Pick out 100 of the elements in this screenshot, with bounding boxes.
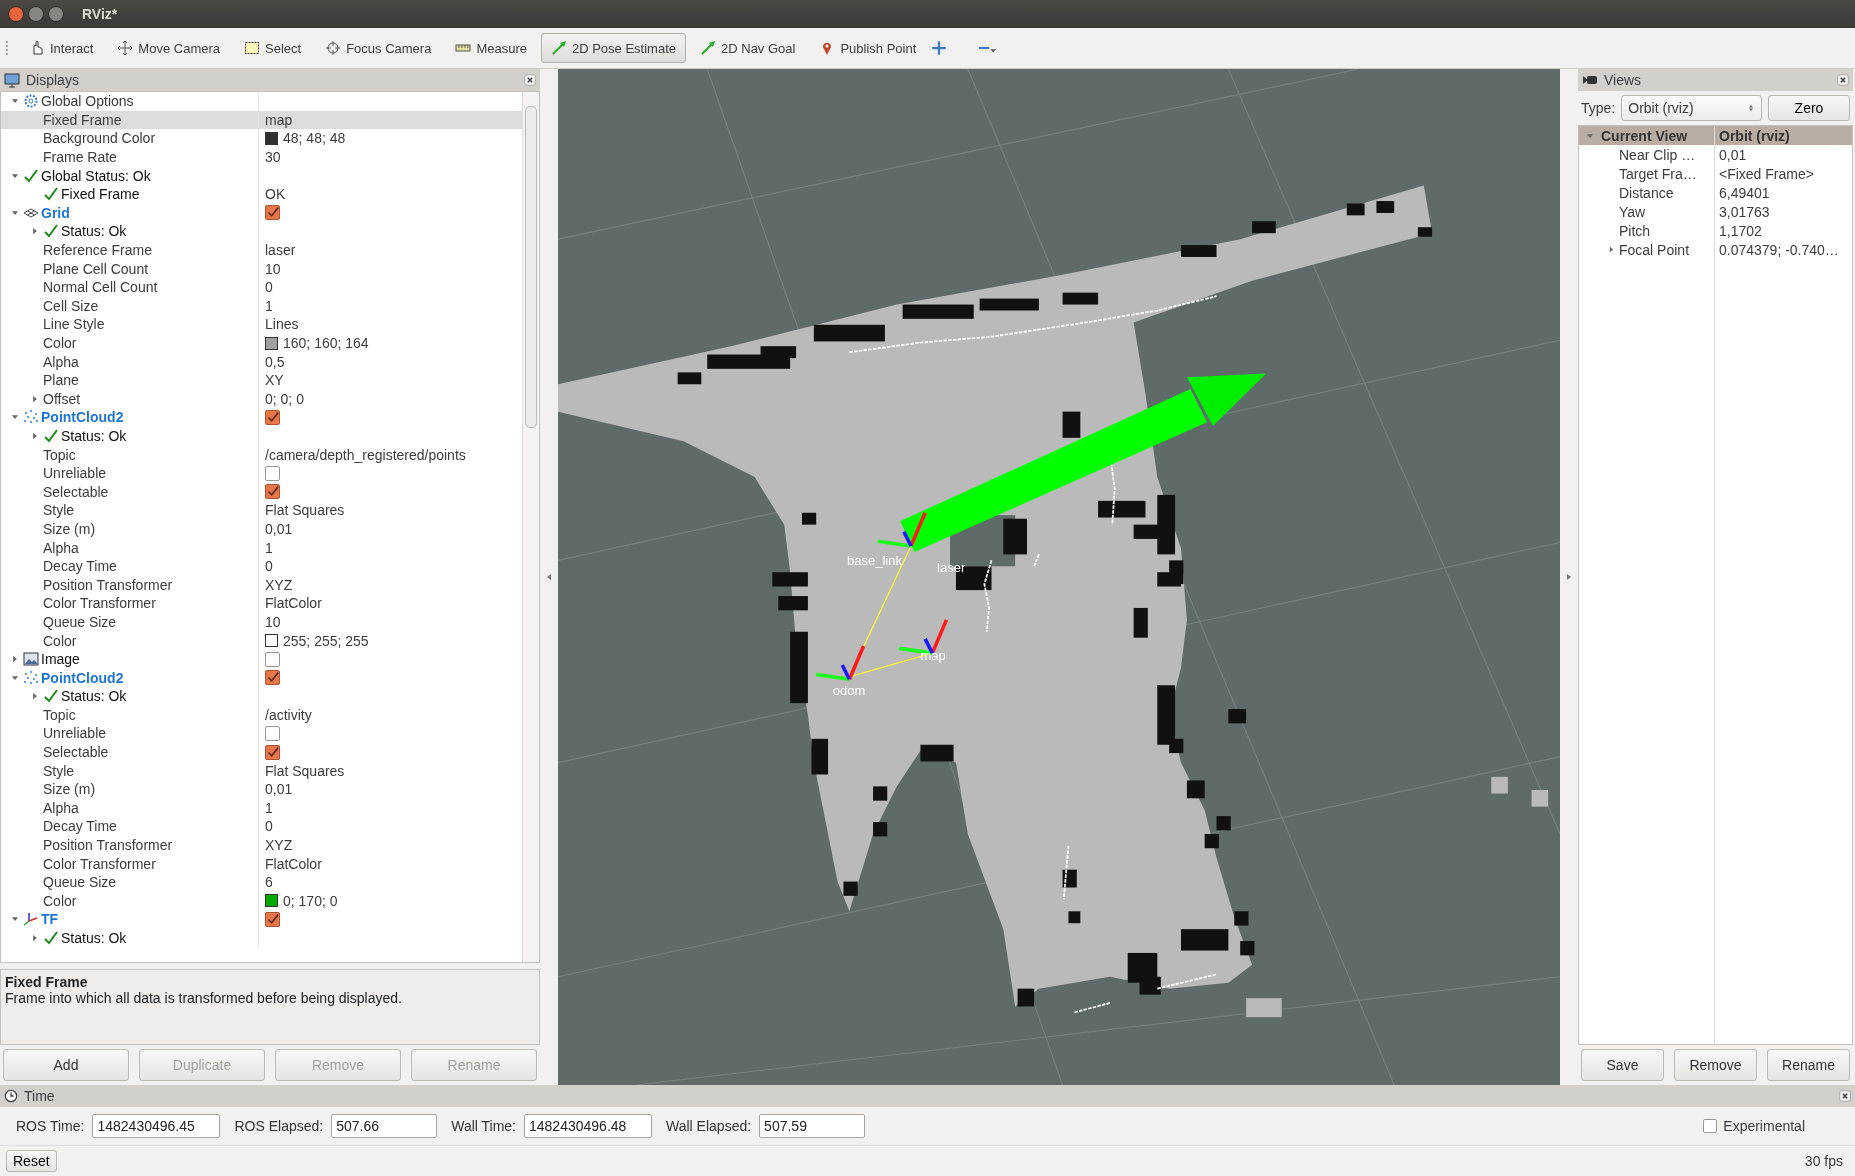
close-icon[interactable] (524, 74, 536, 86)
panel-button[interactable]: Remove (1674, 1049, 1757, 1081)
tree-label: Color (43, 892, 77, 909)
time-field[interactable]: 1482430496.48 (524, 1114, 652, 1138)
tree-row[interactable]: Normal Cell Count 0 (1, 277, 522, 297)
collapse-right-icon[interactable] (1565, 572, 1573, 582)
checkbox[interactable] (265, 911, 280, 927)
panel-button[interactable]: Save (1581, 1049, 1664, 1081)
zero-button[interactable]: Zero (1768, 95, 1850, 121)
tree-row[interactable]: Position Transformer XYZ (1, 575, 522, 595)
reset-button[interactable]: Reset (6, 1150, 57, 1172)
minimize-button[interactable] (28, 6, 44, 22)
description-text: Frame into which all data is transformed before being displayed. (5, 990, 403, 1006)
property-value: 0; 170; 0 (283, 892, 338, 909)
tree-row[interactable]: Style Flat Squares (1, 501, 522, 520)
time-field[interactable]: 507.66 (331, 1114, 438, 1138)
checkbox[interactable] (265, 409, 280, 425)
tree-label: Size (m) (43, 520, 96, 537)
property-value: XYZ (265, 576, 293, 593)
tree-label: Cell Size (43, 297, 99, 314)
tree-row[interactable]: Color 160; 160; 164 (1, 333, 522, 353)
tree-row[interactable]: Unreliable (1, 724, 522, 743)
tool-button[interactable]: Interact (19, 33, 104, 63)
checkbox[interactable] (1703, 1119, 1718, 1133)
tree-row[interactable]: Status: Ok (1, 222, 522, 241)
tree-row[interactable]: Alpha 1 (1, 538, 522, 557)
close-button[interactable] (8, 6, 24, 22)
close-icon[interactable] (1837, 74, 1849, 86)
tree-row[interactable]: Background Color 48; 48; 48 (1, 129, 522, 148)
tree-label: Topic (43, 706, 76, 723)
tree-row[interactable]: Decay Time 0 (1, 556, 522, 576)
tree-row[interactable]: Alpha 1 (1, 798, 522, 818)
tree-row[interactable]: Queue Size 10 (1, 612, 522, 632)
tree-row[interactable]: Selectable (1, 742, 522, 762)
add-icon[interactable] (930, 39, 949, 57)
panel-button[interactable]: Add (3, 1049, 129, 1081)
tree-row[interactable]: Fixed Frame map (1, 110, 522, 130)
tree-label: Global Status: Ok (41, 167, 151, 184)
tree-row[interactable]: Status: Ok (1, 928, 522, 948)
fps-counter: 30 fps (1804, 1153, 1843, 1169)
tf-axes-icon (898, 619, 949, 655)
checkbox[interactable] (265, 205, 280, 221)
time-field[interactable]: 1482430496.45 (92, 1114, 221, 1138)
settings-icon (23, 93, 39, 110)
tree-row[interactable]: Plane XY (1, 370, 522, 390)
checkbox[interactable] (265, 726, 280, 741)
tree-row[interactable]: Unreliable (1, 463, 522, 483)
tree-row[interactable]: Plane Cell Count 10 (1, 259, 522, 278)
tree-row[interactable]: Grid (1, 203, 522, 223)
checkbox[interactable] (265, 744, 280, 760)
tool-button[interactable]: 2D Nav Goal (690, 33, 806, 63)
tree-row[interactable]: Fixed Frame OK (1, 184, 522, 204)
tool-button[interactable]: Select (234, 33, 312, 63)
collapse-left-icon[interactable] (545, 572, 553, 582)
tree-row[interactable]: Status: Ok (1, 426, 522, 446)
checkbox[interactable] (265, 651, 280, 667)
tool-button[interactable]: 2D Pose Estimate (540, 33, 686, 63)
tree-row[interactable]: Selectable (1, 482, 522, 502)
tool-button[interactable]: Focus Camera (315, 33, 442, 63)
tree-row[interactable]: Queue Size 6 (1, 872, 522, 892)
tree-row[interactable]: Image (1, 649, 522, 669)
time-field[interactable]: 507.59 (759, 1114, 866, 1138)
tree-label: Status: Ok (61, 223, 127, 240)
tree-row[interactable]: TF (1, 910, 522, 929)
tree-row[interactable]: Color Transformer FlatColor (1, 594, 522, 613)
tree-row[interactable]: PointCloud2 (1, 668, 522, 687)
property-value: 0,01 (265, 781, 293, 798)
view-type-dropdown[interactable]: Orbit (rviz) (1621, 95, 1762, 121)
tree-row[interactable]: Alpha 0,5 (1, 352, 522, 371)
tree-label: Normal Cell Count (43, 279, 158, 296)
tree-row[interactable]: Line Style Lines (1, 315, 522, 334)
tool-button[interactable]: Measure (445, 33, 537, 63)
tree-row[interactable]: Position Transformer XYZ (1, 835, 522, 855)
tree-row[interactable]: Size (m) 0,01 (1, 519, 522, 539)
tree-row[interactable]: Offset 0; 0; 0 (1, 389, 522, 409)
tree-row[interactable]: Global Options (1, 92, 522, 111)
tree-row[interactable]: Color Transformer FlatColor (1, 854, 522, 873)
tree-row[interactable]: Size (m) 0,01 (1, 779, 522, 799)
checkbox[interactable] (265, 484, 280, 500)
close-icon[interactable] (1839, 1090, 1851, 1102)
tree-row[interactable]: Topic /camera/depth_registered/points (1, 445, 522, 464)
tree-row[interactable]: Frame Rate 30 (1, 147, 522, 167)
tree-row[interactable]: Color 0; 170; 0 (1, 891, 522, 911)
maximize-button[interactable] (48, 6, 64, 22)
tool-button[interactable]: Publish Point (809, 33, 927, 63)
tree-row[interactable]: Status: Ok (1, 687, 522, 706)
dashed-rectangle-icon (244, 40, 260, 56)
checkbox[interactable] (265, 670, 280, 686)
scrollbar[interactable] (522, 92, 539, 962)
tree-row[interactable]: Topic /activity (1, 705, 522, 725)
checkbox[interactable] (265, 465, 280, 481)
tree-row[interactable]: PointCloud2 (1, 408, 522, 427)
tree-row[interactable]: Decay Time 0 (1, 817, 522, 836)
panel-button[interactable]: Rename (1767, 1049, 1850, 1081)
tool-button[interactable]: Move Camera (107, 33, 230, 63)
tree-row[interactable]: Style Flat Squares (1, 761, 522, 780)
tree-row[interactable]: Reference Frame laser (1, 240, 522, 260)
tree-row[interactable]: Color 255; 255; 255 (1, 631, 522, 650)
tree-row[interactable]: Global Status: Ok (1, 166, 522, 185)
tree-row[interactable]: Cell Size 1 (1, 296, 522, 316)
